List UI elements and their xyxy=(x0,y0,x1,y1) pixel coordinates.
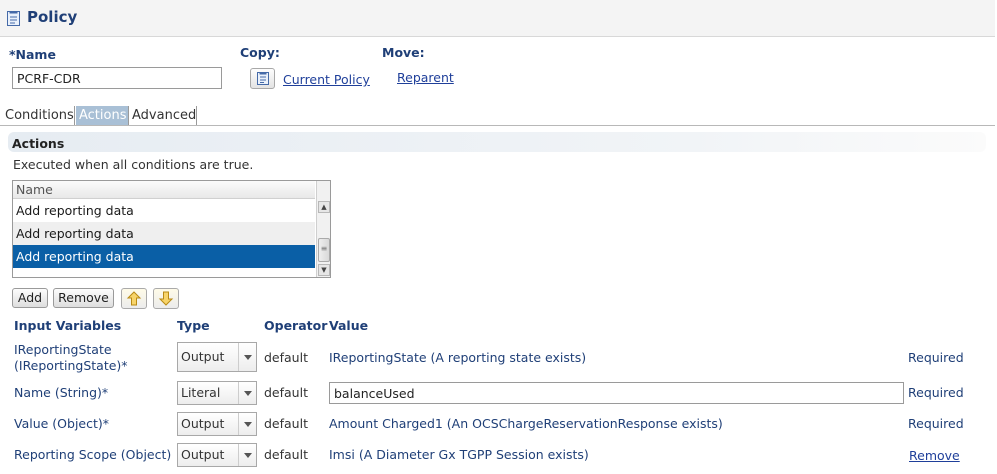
tab-actions[interactable]: Actions xyxy=(76,106,128,125)
column-header-input-variables: Input Variables xyxy=(14,318,122,333)
actions-list[interactable]: Name Add reporting data Add reporting da… xyxy=(12,180,331,278)
remove-link[interactable]: Remove xyxy=(909,448,960,463)
variable-name: Name (String)* xyxy=(14,385,109,400)
document-icon xyxy=(7,11,20,26)
variable-value: Imsi (A Diameter Gx TGPP Session exists) xyxy=(329,447,589,462)
variable-name: Reporting Scope (Object) xyxy=(14,447,172,462)
type-select[interactable]: Literal xyxy=(177,381,257,405)
chevron-down-icon xyxy=(238,343,256,371)
actions-section-title: Actions xyxy=(12,136,65,151)
variable-name-type: (IReportingState)* xyxy=(14,358,128,373)
actions-section-description: Executed when all conditions are true. xyxy=(13,157,254,172)
list-column-header[interactable]: Name xyxy=(13,181,315,199)
type-select[interactable]: Output xyxy=(177,342,257,372)
copy-document-icon xyxy=(257,72,269,85)
reparent-link[interactable]: Reparent xyxy=(397,70,454,85)
column-header-operator: Operator xyxy=(264,318,328,333)
scroll-thumb[interactable]: ≡ xyxy=(318,238,330,262)
required-label: Required xyxy=(908,350,964,365)
list-scrollbar[interactable]: ▲ ≡ ▼ xyxy=(316,181,330,277)
arrow-down-icon xyxy=(158,291,174,306)
tab-conditions[interactable]: Conditions xyxy=(2,106,77,125)
column-header-type: Type xyxy=(177,318,210,333)
actions-section-header xyxy=(8,132,986,152)
variable-name: Value (Object)* xyxy=(14,416,110,431)
operator-value: default xyxy=(264,350,308,365)
add-button[interactable]: Add xyxy=(12,288,48,308)
remove-button[interactable]: Remove xyxy=(53,288,114,308)
list-item[interactable]: Add reporting data xyxy=(13,199,315,222)
move-down-button[interactable] xyxy=(153,288,179,309)
list-item[interactable]: Add reporting data xyxy=(13,222,315,245)
variable-value: IReportingState (A reporting state exist… xyxy=(329,350,587,365)
name-input[interactable] xyxy=(12,67,222,89)
required-label: Required xyxy=(908,416,964,431)
name-label: *Name xyxy=(9,47,56,62)
operator-value: default xyxy=(264,447,308,462)
variable-name: IReportingState xyxy=(14,342,112,357)
type-select-value: Output xyxy=(181,447,225,462)
operator-value: default xyxy=(264,385,308,400)
tab-divider xyxy=(196,106,197,126)
scroll-up-icon[interactable]: ▲ xyxy=(318,201,330,213)
type-select-value: Output xyxy=(181,349,225,364)
column-header-value: Value xyxy=(329,318,369,333)
chevron-down-icon xyxy=(238,444,256,466)
tab-advanced[interactable]: Advanced xyxy=(129,106,199,125)
move-up-button[interactable] xyxy=(121,288,147,309)
variable-value: Amount Charged1 (An OCSChargeReservation… xyxy=(329,416,723,431)
scroll-down-icon[interactable]: ▼ xyxy=(318,264,330,276)
tab-divider xyxy=(74,106,75,126)
chevron-down-icon xyxy=(238,382,256,404)
chevron-down-icon xyxy=(238,413,256,435)
current-policy-link[interactable]: Current Policy xyxy=(283,72,370,87)
copy-button[interactable] xyxy=(250,68,275,89)
type-select-value: Literal xyxy=(181,385,221,400)
value-input[interactable] xyxy=(329,382,904,404)
list-item-selected[interactable]: Add reporting data xyxy=(13,245,315,268)
type-select[interactable]: Output xyxy=(177,412,257,436)
operator-value: default xyxy=(264,416,308,431)
title-bar xyxy=(0,0,995,37)
arrow-up-icon xyxy=(126,291,142,306)
page-title: Policy xyxy=(27,8,78,26)
type-select-value: Output xyxy=(181,416,225,431)
type-select[interactable]: Output xyxy=(177,443,257,467)
required-label: Required xyxy=(908,385,964,400)
copy-label: Copy: xyxy=(240,45,280,60)
move-label: Move: xyxy=(382,45,425,60)
tabs-baseline xyxy=(0,125,995,126)
